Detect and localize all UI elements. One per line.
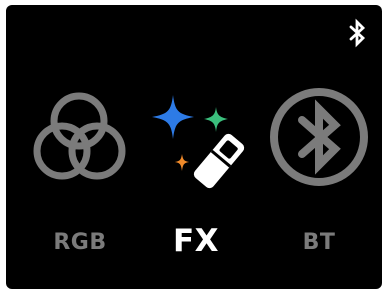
mode-bt-button[interactable]: BT — [259, 87, 379, 287]
bluetooth-status-icon — [349, 18, 366, 48]
mode-bt-label: BT — [302, 230, 336, 255]
device-screen: RGB FX BT — [6, 5, 382, 289]
blue-sparkle-icon — [152, 95, 194, 139]
green-sparkle-icon — [204, 107, 228, 132]
wand-icon — [193, 133, 245, 189]
mode-rgb-button[interactable]: RGB — [20, 87, 140, 287]
rgb-circles-icon — [33, 92, 126, 180]
fx-sparkle-wand-icon — [152, 95, 245, 189]
mode-rgb-label: RGB — [53, 230, 107, 255]
bluetooth-circle-icon — [270, 88, 368, 186]
mode-fx-label: FX — [172, 223, 220, 259]
orange-sparkle-icon — [175, 154, 189, 171]
mode-fx-button[interactable]: FX — [136, 87, 256, 287]
